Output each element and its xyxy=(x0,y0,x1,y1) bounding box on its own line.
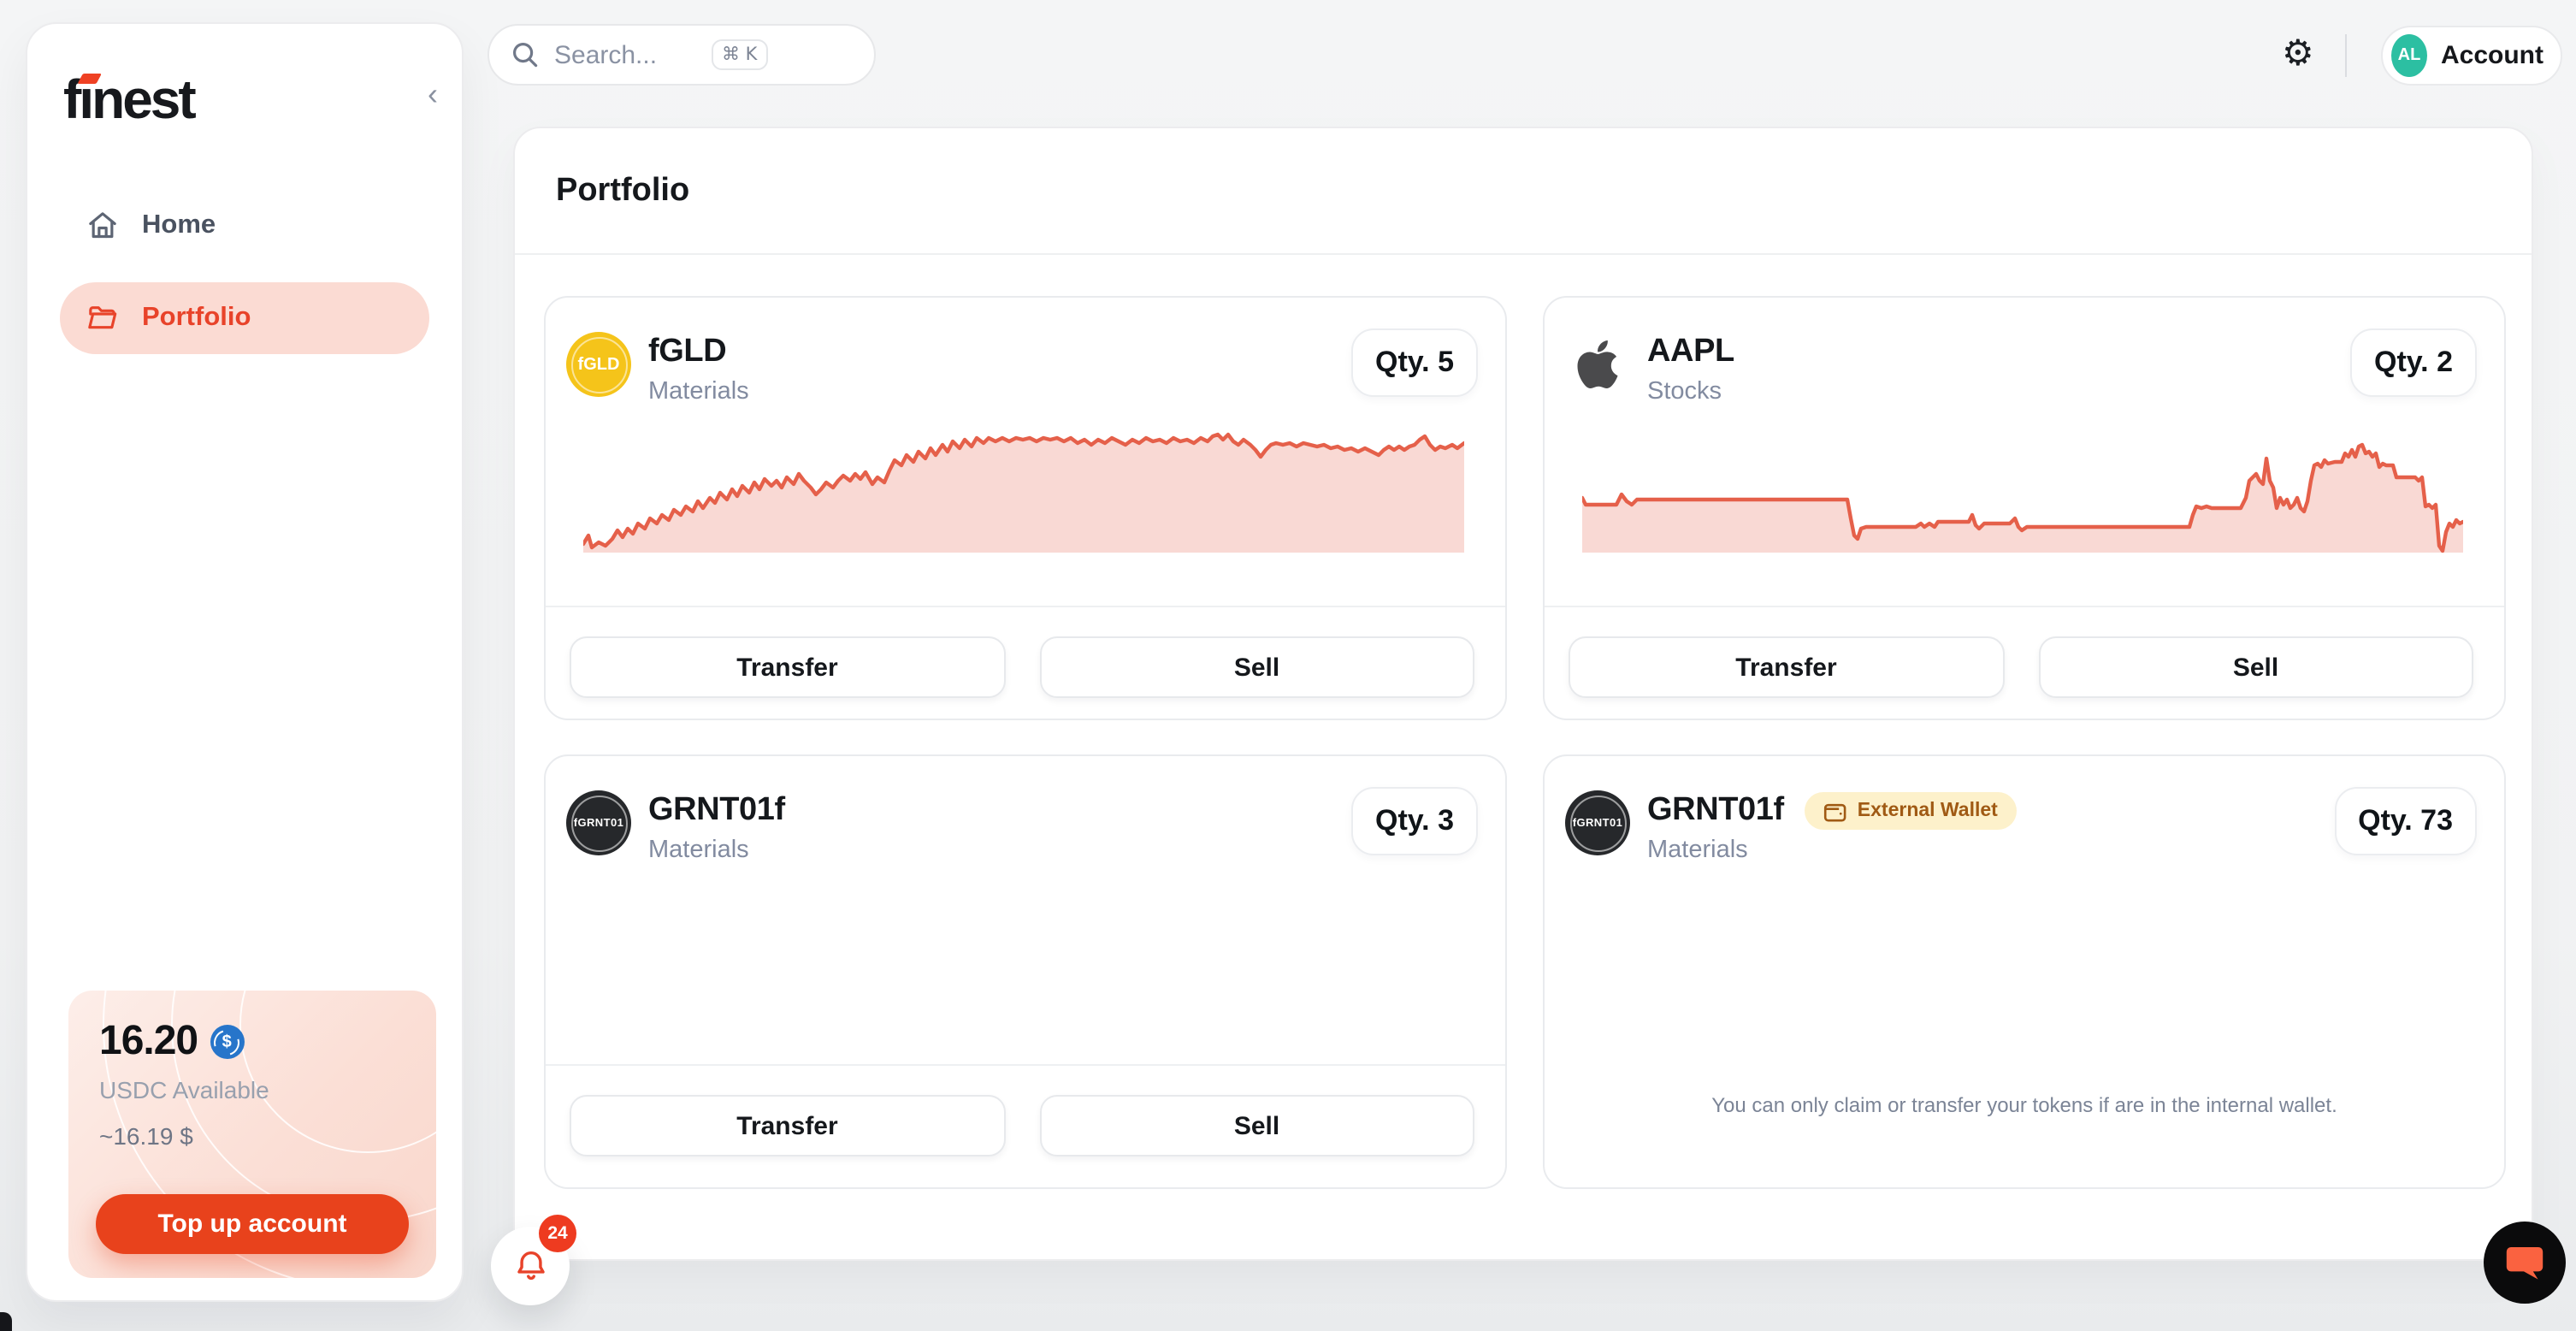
asset-category: Materials xyxy=(648,837,785,864)
top-up-button[interactable]: Top up account xyxy=(96,1194,409,1254)
notification-count-badge: 24 xyxy=(539,1215,576,1252)
asset-category: Stocks xyxy=(1647,378,1734,405)
asset-card-grnt01f: fGRNT01 GRNT01f Materials Qty. 3 Transfe… xyxy=(544,754,1507,1189)
asset-category: Materials xyxy=(648,378,749,405)
asset-symbol: GRNT01f xyxy=(648,792,785,830)
card-divider xyxy=(1545,606,2504,607)
balance-card: 16.20 $ USDC Available ~16.19 $ Top up a… xyxy=(68,991,436,1278)
topbar-divider xyxy=(2345,34,2347,77)
notifications-button[interactable]: 24 xyxy=(491,1227,570,1305)
page-title: Portfolio xyxy=(556,172,689,210)
transfer-button[interactable]: Transfer xyxy=(570,1095,1005,1156)
asset-symbol: fGLD xyxy=(648,334,726,371)
usdc-icon: $ xyxy=(210,1025,244,1059)
transfer-button[interactable]: Transfer xyxy=(570,636,1005,698)
account-label: Account xyxy=(2441,41,2544,70)
sidebar-nav: Home Portfolio xyxy=(27,190,462,354)
sidebar-item-label: Portfolio xyxy=(142,303,251,334)
quantity-badge: Qty. 73 xyxy=(2334,787,2477,855)
external-wallet-badge: External Wallet xyxy=(1805,792,2017,830)
chat-bubble-icon xyxy=(2502,1242,2547,1283)
balance-label: USDC Available xyxy=(99,1076,405,1103)
quantity-badge: Qty. 2 xyxy=(2350,328,2477,397)
app-window: finest ‹ Home Portfolio xyxy=(0,0,2576,1331)
grnt01-coin-icon: fGRNT01 xyxy=(566,790,631,855)
window-corner-artifact xyxy=(0,1312,12,1331)
search-icon xyxy=(511,41,539,68)
sidebar-item-portfolio[interactable]: Portfolio xyxy=(60,282,429,354)
fgld-coin-icon: fGLD xyxy=(566,332,631,397)
search-box[interactable]: ⌘ K xyxy=(487,24,876,86)
folder-open-icon xyxy=(86,301,120,335)
sidebar-collapse-icon[interactable]: ‹ xyxy=(428,79,438,109)
external-wallet-footnote: You can only claim or transfer your toke… xyxy=(1545,1093,2504,1117)
quantity-badge: Qty. 3 xyxy=(1351,787,1478,855)
gear-icon[interactable]: ⚙ xyxy=(2282,36,2314,72)
portfolio-panel: Portfolio fGLD fGLD Materials Qty. 5 Tra… xyxy=(513,127,2533,1261)
search-shortcut-kbd: ⌘ K xyxy=(712,39,767,71)
fgld-sparkline-chart xyxy=(583,429,1464,558)
aapl-sparkline-chart xyxy=(1582,429,2463,558)
apple-logo-icon xyxy=(1565,332,1630,397)
bell-icon xyxy=(511,1246,550,1286)
account-button[interactable]: AL Account xyxy=(2381,26,2562,86)
card-divider xyxy=(546,1064,1505,1066)
sell-button[interactable]: Sell xyxy=(2038,636,2473,698)
grnt01-coin-icon: fGRNT01 xyxy=(1565,790,1630,855)
brand-logo: finest xyxy=(63,68,194,132)
card-divider xyxy=(546,606,1505,607)
sidebar: finest ‹ Home Portfolio xyxy=(26,22,464,1302)
asset-card-grnt01f-external: fGRNT01 GRNT01f External Wallet Material… xyxy=(1543,754,2506,1189)
wallet-icon xyxy=(1823,800,1847,822)
chat-widget-button[interactable] xyxy=(2484,1222,2566,1304)
asset-symbol: GRNT01f xyxy=(1647,792,1784,830)
asset-category: Materials xyxy=(1647,837,2017,864)
logo-row: finest ‹ xyxy=(27,24,462,132)
asset-symbol: AAPL xyxy=(1647,334,1734,371)
sell-button[interactable]: Sell xyxy=(1039,1095,1474,1156)
sidebar-item-home[interactable]: Home xyxy=(60,190,429,262)
balance-fiat-estimate: ~16.19 $ xyxy=(99,1122,405,1150)
quantity-badge: Qty. 5 xyxy=(1351,328,1478,397)
avatar: AL xyxy=(2391,34,2427,77)
transfer-button[interactable]: Transfer xyxy=(1569,636,2004,698)
balance-amount: 16.20 xyxy=(99,1018,198,1066)
panel-header: Portfolio xyxy=(515,128,2532,255)
asset-card-fgld: fGLD fGLD Materials Qty. 5 Transfer Sell xyxy=(544,296,1507,720)
balance-info: 16.20 $ USDC Available ~16.19 $ xyxy=(68,991,436,1177)
search-input[interactable] xyxy=(554,40,712,69)
asset-card-aapl: AAPL Stocks Qty. 2 Transfer Sell xyxy=(1543,296,2506,720)
home-icon xyxy=(86,209,120,243)
sidebar-item-label: Home xyxy=(142,210,216,241)
sell-button[interactable]: Sell xyxy=(1039,636,1474,698)
